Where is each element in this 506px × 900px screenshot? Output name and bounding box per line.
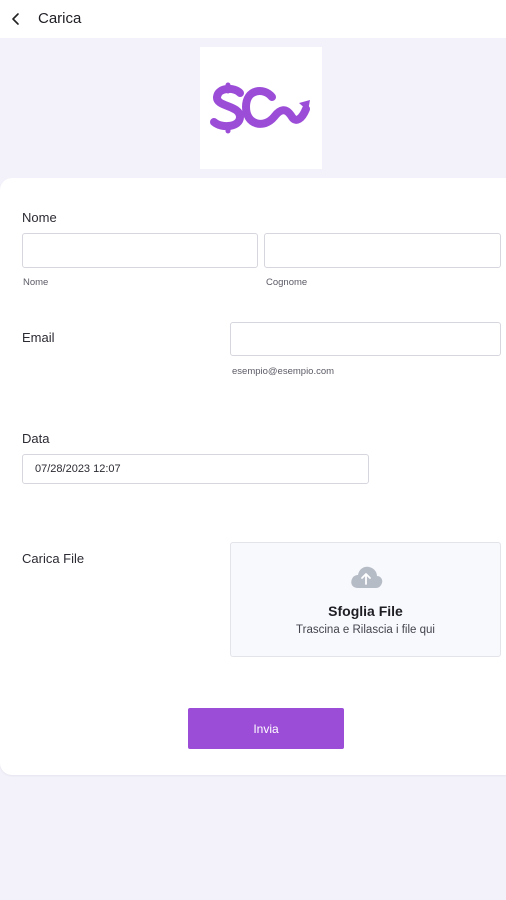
email-sublabel: esempio@esempio.com xyxy=(232,366,335,377)
email-label: Email xyxy=(22,330,55,345)
date-label: Data xyxy=(22,431,50,446)
submit-button[interactable]: Invia xyxy=(188,708,344,749)
email-input[interactable] xyxy=(230,322,501,356)
logo xyxy=(200,47,322,169)
first-name-sublabel: Nome xyxy=(23,277,49,288)
browse-files-title: Sfoglia File xyxy=(328,603,403,619)
file-label: Carica File xyxy=(22,551,85,566)
page-title: Carica xyxy=(38,10,82,27)
name-label: Nome xyxy=(22,210,57,225)
last-name-sublabel: Cognome xyxy=(266,277,308,288)
upload-form-card: Nome Nome Cognome Email esempio@esempio.… xyxy=(0,178,506,775)
top-bar: Carica xyxy=(0,0,506,38)
cloud-upload-icon xyxy=(351,566,383,588)
file-dropzone[interactable]: Sfoglia File Trascina e Rilascia i file … xyxy=(230,542,501,657)
first-name-input[interactable] xyxy=(22,233,258,268)
date-input[interactable] xyxy=(22,454,369,484)
last-name-input[interactable] xyxy=(264,233,501,268)
logo-icon xyxy=(210,82,310,134)
chevron-left-icon xyxy=(12,13,19,25)
back-button[interactable] xyxy=(4,7,28,31)
drag-drop-hint: Trascina e Rilascia i file qui xyxy=(296,624,435,636)
